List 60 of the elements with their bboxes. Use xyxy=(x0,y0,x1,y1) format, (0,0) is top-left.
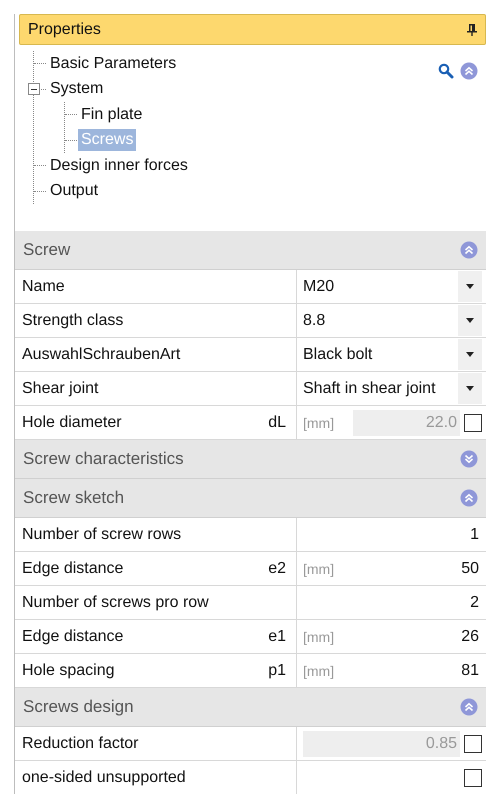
tree-item[interactable]: Output xyxy=(47,180,102,202)
tree-item[interactable]: Fin plate xyxy=(78,104,146,126)
tree-item[interactable]: Design inner forces xyxy=(47,154,191,177)
section-header[interactable]: Screw xyxy=(15,231,486,270)
caret-icon xyxy=(466,284,474,289)
section-header[interactable]: Screw sketch xyxy=(15,479,486,518)
property-symbol: p1 xyxy=(268,662,286,680)
unit-label: [mm] xyxy=(303,662,336,678)
collapse-all-icon[interactable] xyxy=(460,62,478,80)
caret-icon xyxy=(466,318,474,323)
dropdown-button[interactable] xyxy=(458,271,482,302)
dropdown-value[interactable]: M20 xyxy=(303,278,454,296)
collapse-icon[interactable] xyxy=(460,241,478,259)
dropdown-button[interactable] xyxy=(458,373,482,404)
property-label: Hole spacing xyxy=(22,662,114,680)
dropdown-value[interactable]: Shaft in shear joint xyxy=(303,380,454,398)
property-label: Shear joint xyxy=(22,380,98,398)
property-symbol: dL xyxy=(268,414,286,432)
value-field[interactable]: 1 xyxy=(303,522,482,548)
expand-icon[interactable] xyxy=(460,450,478,468)
unit-label: [mm] xyxy=(303,414,336,430)
tree-item[interactable]: System xyxy=(47,78,106,100)
property-symbol: e2 xyxy=(268,560,286,578)
section-header[interactable]: Screw characteristics xyxy=(15,440,486,479)
property-symbol: e1 xyxy=(268,628,286,646)
collapse-icon[interactable] xyxy=(460,489,478,507)
checkbox[interactable] xyxy=(464,768,482,786)
tree-item[interactable]: Basic Parameters xyxy=(47,52,180,75)
property-label: Strength class xyxy=(22,312,124,330)
dropdown-button[interactable] xyxy=(458,305,482,336)
panel-title: Properties xyxy=(28,20,101,38)
property-label: Number of screws pro row xyxy=(22,594,209,612)
value-field[interactable]: 26 xyxy=(353,624,482,650)
section-title: Screw xyxy=(23,240,70,260)
section-header[interactable]: Screws design xyxy=(15,688,486,727)
section-title: Screw characteristics xyxy=(23,449,184,469)
dropdown-button[interactable] xyxy=(458,339,482,370)
property-label: AuswahlSchraubenArt xyxy=(22,346,180,364)
property-label: Hole diameter xyxy=(22,414,122,432)
property-label: Name xyxy=(22,278,65,296)
dropdown-value[interactable]: 8.8 xyxy=(303,312,454,330)
property-label: one-sided unsupported xyxy=(22,768,186,786)
section-title: Screw sketch xyxy=(23,488,124,508)
unit-label: [mm] xyxy=(303,560,336,576)
property-label: Reduction factor xyxy=(22,734,139,752)
search-icon[interactable] xyxy=(438,63,454,79)
unit-label: [mm] xyxy=(303,628,336,644)
caret-icon xyxy=(466,352,474,357)
value-field[interactable]: 81 xyxy=(353,658,482,684)
collapse-icon[interactable] xyxy=(460,698,478,716)
caret-icon xyxy=(466,386,474,391)
section-title: Screws design xyxy=(23,697,134,717)
property-label: Edge distance xyxy=(22,560,124,578)
property-label: Edge distance xyxy=(22,628,124,646)
dropdown-value[interactable]: Black bolt xyxy=(303,346,454,364)
value-field[interactable]: 50 xyxy=(353,556,482,582)
pin-icon[interactable] xyxy=(467,22,477,36)
value-field[interactable]: 2 xyxy=(303,590,482,616)
collapse-toggle[interactable] xyxy=(28,83,40,96)
property-label: Number of screw rows xyxy=(22,526,182,544)
